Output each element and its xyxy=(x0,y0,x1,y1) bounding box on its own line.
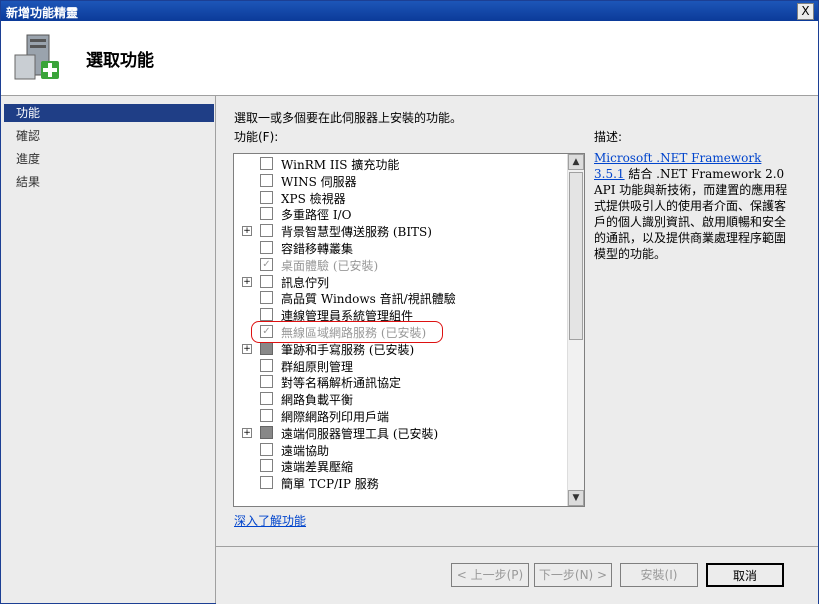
feature-label: WinRM IIS 擴充功能 xyxy=(281,158,400,172)
expand-icon[interactable]: + xyxy=(242,427,252,438)
feature-row[interactable]: ✓ 桌面體驗 (已安裝) xyxy=(234,257,564,273)
feature-row[interactable]: WINS 伺服器 xyxy=(234,173,564,189)
feature-checkbox[interactable] xyxy=(260,291,273,305)
feature-label: 網際網路列印用戶端 xyxy=(281,410,390,424)
scroll-down-icon[interactable]: ▼ xyxy=(568,490,584,506)
expand-icon[interactable]: + xyxy=(242,343,252,354)
expand-icon[interactable]: + xyxy=(242,276,252,287)
wizard-header: 選取功能 xyxy=(1,21,818,96)
feature-row[interactable]: 遠端協助 xyxy=(234,442,564,458)
features-label: 功能(F): xyxy=(234,130,279,144)
feature-row[interactable]: + 訊息佇列 xyxy=(234,274,564,290)
feature-label: 遠端協助 xyxy=(281,443,330,458)
feature-label: 背景智慧型傳送服務 (BITS) xyxy=(281,225,432,240)
feature-checkbox[interactable] xyxy=(260,409,273,422)
feature-checkbox: ✓ xyxy=(260,257,273,271)
feature-label: 對等名稱解析通訊協定 xyxy=(281,376,402,391)
title-bar: 新增功能精靈 X xyxy=(1,1,818,21)
feature-row[interactable]: 容錯移轉叢集 xyxy=(234,240,564,256)
feature-label: XPS 檢視器 xyxy=(281,191,346,206)
feature-label: 高品質 Windows 音訊/視訊體驗 xyxy=(281,292,456,307)
feature-label: 網路負載平衡 xyxy=(281,393,354,408)
close-button[interactable]: X xyxy=(797,3,814,20)
cancel-button[interactable]: 取消 xyxy=(706,563,784,587)
feature-checkbox[interactable] xyxy=(260,425,273,439)
description-label: 描述: xyxy=(594,130,623,144)
feature-label: 多重路徑 I/O xyxy=(281,208,352,223)
feature-label: 訊息佇列 xyxy=(281,275,330,290)
wizard-steps-nav: 功能 確認 進度 結果 xyxy=(1,96,216,603)
learn-more-link[interactable]: 深入了解功能 xyxy=(234,512,306,529)
feature-row[interactable]: 高品質 Windows 音訊/視訊體驗 xyxy=(234,290,564,306)
server-add-icon xyxy=(14,34,59,80)
feature-row[interactable]: + 遠端伺服器管理工具 (已安裝) xyxy=(234,425,564,441)
feature-row[interactable]: 群組原則管理 xyxy=(234,358,564,374)
feature-checkbox[interactable] xyxy=(260,392,273,406)
feature-checkbox[interactable] xyxy=(260,241,273,254)
feature-checkbox[interactable] xyxy=(260,173,273,187)
feature-checkbox[interactable] xyxy=(260,459,273,473)
feature-label: 遠端伺服器管理工具 (已安裝) xyxy=(281,426,439,441)
back-button[interactable]: < 上一步(P) xyxy=(451,563,529,587)
wizard-window: 新增功能精靈 X 選取功能 功能 確認 進度 結果 選取一或多個要在此伺服器上安… xyxy=(0,0,819,604)
highlight-annotation xyxy=(251,321,443,343)
feature-description: Microsoft .NET Framework 3.5.1 結合 .NET F… xyxy=(594,150,794,262)
feature-checkbox[interactable] xyxy=(260,274,273,288)
feature-label: 簡單 TCP/IP 服務 xyxy=(281,477,379,492)
feature-row[interactable]: + 背景智慧型傳送服務 (BITS) xyxy=(234,223,564,239)
scroll-thumb[interactable] xyxy=(569,172,583,340)
feature-row[interactable]: WinRM IIS 擴充功能 xyxy=(234,156,564,172)
feature-checkbox[interactable] xyxy=(260,358,273,372)
nav-step-results[interactable]: 結果 xyxy=(4,173,214,191)
feature-row[interactable]: 網際網路列印用戶端 xyxy=(234,408,564,424)
nav-step-features[interactable]: 功能 xyxy=(4,104,214,122)
expand-icon[interactable]: + xyxy=(242,226,252,237)
feature-label: WINS 伺服器 xyxy=(281,174,357,189)
feature-row[interactable]: + 筆跡和手寫服務 (已安裝) xyxy=(234,341,564,357)
feature-label: 容錯移轉叢集 xyxy=(281,242,354,256)
feature-label: 遠端差異壓縮 xyxy=(281,460,354,475)
feature-checkbox[interactable] xyxy=(260,308,273,322)
install-button[interactable]: 安裝(I) xyxy=(620,563,698,587)
scroll-up-icon[interactable]: ▲ xyxy=(568,154,584,170)
page-heading: 選取功能 xyxy=(86,51,154,71)
feature-row[interactable]: 網路負載平衡 xyxy=(234,391,564,407)
description-text: 結合 .NET Framework 2.0 API 功能與新技術，而建置的應用程… xyxy=(594,167,788,261)
nav-step-confirm[interactable]: 確認 xyxy=(4,127,214,145)
instruction-text: 選取一或多個要在此伺服器上安裝的功能。 xyxy=(234,111,463,125)
feature-row[interactable]: 遠端差異壓縮 xyxy=(234,458,564,474)
feature-label: 桌面體驗 (已安裝) xyxy=(281,258,379,273)
feature-checkbox[interactable] xyxy=(260,375,273,389)
feature-row[interactable]: XPS 檢視器 xyxy=(234,190,564,206)
features-scrollbar[interactable]: ▲ ▼ xyxy=(567,154,584,506)
feature-checkbox[interactable] xyxy=(260,207,273,221)
feature-row[interactable]: 多重路徑 I/O xyxy=(234,206,564,222)
next-button[interactable]: 下一步(N) > xyxy=(534,563,612,587)
feature-checkbox[interactable] xyxy=(260,157,273,170)
nav-step-progress[interactable]: 進度 xyxy=(4,150,214,168)
feature-checkbox[interactable] xyxy=(260,476,273,490)
feature-label: 群組原則管理 xyxy=(281,359,354,374)
feature-checkbox[interactable] xyxy=(260,190,273,204)
window-title: 新增功能精靈 xyxy=(6,6,79,20)
feature-row[interactable]: 簡單 TCP/IP 服務 xyxy=(234,475,564,491)
feature-checkbox[interactable] xyxy=(260,442,273,456)
feature-checkbox[interactable] xyxy=(260,224,273,238)
feature-checkbox[interactable] xyxy=(260,341,273,355)
feature-label: 筆跡和手寫服務 (已安裝) xyxy=(281,342,415,357)
feature-row[interactable]: 對等名稱解析通訊協定 xyxy=(234,374,564,390)
